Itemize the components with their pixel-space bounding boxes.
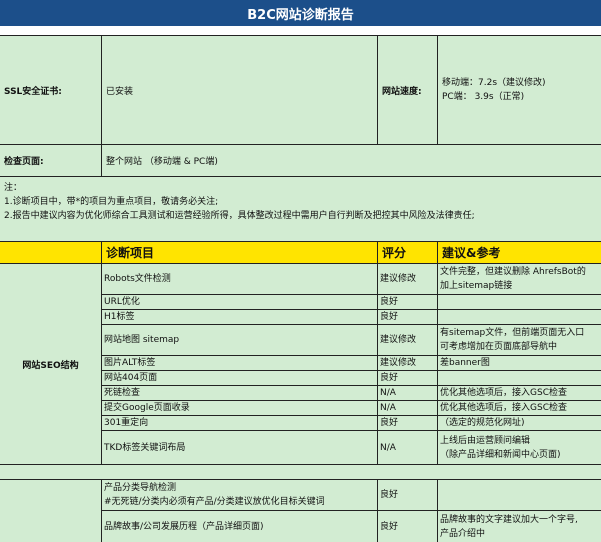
header-advice: 建议&参考 bbox=[442, 246, 501, 260]
page-title: B2C网站诊断报告 bbox=[0, 0, 601, 26]
speed-pc: PC端： 3.9s（正常) bbox=[442, 92, 525, 102]
score-cell: 建议修改 bbox=[378, 325, 438, 355]
advice-cell: 优化其他选项后，接入GSC检查 bbox=[440, 403, 567, 413]
table-row: 品牌故事/公司发展历程（产品详细页面) 良好 品牌故事的文字建议加大一个字号, … bbox=[102, 511, 601, 542]
item-cell: Robots文件检测 bbox=[102, 264, 378, 294]
notes-line-1: 1.诊断项目中，带*的项目为重点项目，敬请务必关注; bbox=[4, 197, 219, 207]
diagnosis-table: 诊断项目 评分 建议&参考 网站SEO结构 Robots文件检测 建议修改 文件… bbox=[0, 241, 601, 542]
score-cell: 良好 bbox=[378, 511, 438, 542]
advice-line: 上线后由运营顾问编辑 bbox=[440, 435, 531, 446]
advice-cell: 优化其他选项后，接入GSC检查 bbox=[440, 388, 567, 398]
item-line: 产品分类导航检测 bbox=[104, 483, 177, 493]
section-product: 产品分类导航检测 #无死链/分类内必须有产品/分类建议放优化目标关键词 良好 品… bbox=[0, 480, 601, 542]
table-row: 图片ALT标签 建议修改 差banner图 bbox=[102, 356, 601, 371]
table-row: 301重定向 良好 （选定的规范化网址) bbox=[102, 416, 601, 431]
advice-line: 有sitemap文件，但前端页面无入口 bbox=[440, 328, 585, 338]
item-cell: H1标签 bbox=[102, 310, 378, 324]
spacer bbox=[0, 26, 601, 35]
advice-line: 品牌故事的文字建议加大一个字号, bbox=[440, 514, 578, 525]
advice-line: （除产品详细和新闻中心页面) bbox=[440, 449, 561, 460]
advice-cell: 文件完整，但建议删除 AhrefsBot的 加上sitemap链接 bbox=[438, 264, 601, 294]
speed-mobile: 移动端：7.2s（建议修改) bbox=[442, 78, 546, 88]
header-item: 诊断项目 bbox=[102, 242, 378, 263]
speed-values: 移动端：7.2s（建议修改) PC端： 3.9s（正常) bbox=[438, 36, 601, 144]
table-row: 网站地图 sitemap 建议修改 有sitemap文件，但前端页面无入口 可考… bbox=[102, 325, 601, 356]
table-row: 死链检查 N/A 优化其他选项后，接入GSC检查 bbox=[102, 386, 601, 401]
scope-label: 检查页面: bbox=[0, 145, 102, 176]
header-blank bbox=[0, 242, 102, 263]
advice-cell bbox=[438, 480, 601, 510]
notes-line-2: 2.报告中建议内容为优化师综合工具测试和运营经验所得，具体整改过程中需用户自行判… bbox=[4, 211, 475, 221]
score-cell: 良好 bbox=[378, 416, 438, 430]
advice-line: 加上sitemap链接 bbox=[440, 281, 513, 291]
advice-cell: （选定的规范化网址) bbox=[440, 418, 525, 428]
info-grid: SSL安全证书: 已安装 网站速度: 移动端：7.2s（建议修改) PC端： 3… bbox=[0, 35, 601, 145]
section-product-rows: 产品分类导航检测 #无死链/分类内必须有产品/分类建议放优化目标关键词 良好 品… bbox=[102, 480, 601, 542]
advice-cell: 有sitemap文件，但前端页面无入口 可考虑增加在页面底部导航中 bbox=[438, 325, 601, 355]
section-seo: 网站SEO结构 Robots文件检测 建议修改 文件完整，但建议删除 Ahref… bbox=[0, 264, 601, 465]
section-seo-rows: Robots文件检测 建议修改 文件完整，但建议删除 AhrefsBot的 加上… bbox=[102, 264, 601, 464]
item-cell: 产品分类导航检测 #无死链/分类内必须有产品/分类建议放优化目标关键词 bbox=[102, 480, 378, 510]
item-cell: 网站地图 sitemap bbox=[102, 325, 378, 355]
advice-cell: 品牌故事的文字建议加大一个字号, 产品介绍中 bbox=[438, 511, 601, 542]
advice-cell bbox=[438, 295, 601, 309]
advice-cell: 差banner图 bbox=[440, 358, 490, 368]
score-cell: 良好 bbox=[378, 310, 438, 324]
advice-cell bbox=[438, 371, 601, 385]
notes-heading: 注： bbox=[4, 183, 23, 193]
score-cell: N/A bbox=[378, 401, 438, 415]
ssl-label: SSL安全证书: bbox=[0, 36, 102, 144]
item-line: #无死链/分类内必须有产品/分类建议放优化目标关键词 bbox=[104, 497, 325, 507]
score-cell: 建议修改 bbox=[378, 264, 438, 294]
section-product-label bbox=[0, 480, 102, 542]
header-score: 评分 bbox=[378, 242, 438, 263]
section-seo-label: 网站SEO结构 bbox=[0, 264, 102, 464]
score-cell: 良好 bbox=[378, 295, 438, 309]
item-cell: 301重定向 bbox=[102, 416, 378, 430]
item-cell: URL优化 bbox=[102, 295, 378, 309]
section-separator bbox=[0, 465, 601, 480]
advice-line: 文件完整，但建议删除 AhrefsBot的 bbox=[440, 267, 586, 277]
advice-cell: 上线后由运营顾问编辑 （除产品详细和新闻中心页面) bbox=[438, 431, 601, 464]
speed-label: 网站速度: bbox=[378, 36, 438, 144]
table-row: 提交Google页面收录 N/A 优化其他选项后，接入GSC检查 bbox=[102, 401, 601, 416]
advice-line: 可考虑增加在页面底部导航中 bbox=[440, 342, 558, 352]
scope-row: 检查页面: 整个网站 （移动端 & PC端) bbox=[0, 145, 601, 177]
table-row: 产品分类导航检测 #无死链/分类内必须有产品/分类建议放优化目标关键词 良好 bbox=[102, 480, 601, 511]
advice-line: 产品介绍中 bbox=[440, 528, 486, 539]
score-cell: 良好 bbox=[378, 480, 438, 510]
score-cell: 建议修改 bbox=[378, 356, 438, 370]
score-cell: N/A bbox=[378, 431, 438, 464]
table-row: TKD标签关键词布局 N/A 上线后由运营顾问编辑 （除产品详细和新闻中心页面) bbox=[102, 431, 601, 464]
table-row: URL优化 良好 bbox=[102, 295, 601, 310]
item-cell: 死链检查 bbox=[102, 386, 378, 400]
scope-value: 整个网站 （移动端 & PC端) bbox=[106, 157, 218, 167]
item-cell: TKD标签关键词布局 bbox=[102, 431, 378, 464]
score-cell: 良好 bbox=[378, 371, 438, 385]
table-row: 网站404页面 良好 bbox=[102, 371, 601, 386]
table-row: H1标签 良好 bbox=[102, 310, 601, 325]
item-cell: 图片ALT标签 bbox=[102, 356, 378, 370]
score-cell: N/A bbox=[378, 386, 438, 400]
item-cell: 网站404页面 bbox=[102, 371, 378, 385]
table-row: Robots文件检测 建议修改 文件完整，但建议删除 AhrefsBot的 加上… bbox=[102, 264, 601, 295]
notes: 注： 1.诊断项目中，带*的项目为重点项目，敬请务必关注; 2.报告中建议内容为… bbox=[4, 181, 599, 223]
advice-cell bbox=[438, 310, 601, 324]
item-cell: 提交Google页面收录 bbox=[102, 401, 378, 415]
item-cell: 品牌故事/公司发展历程（产品详细页面) bbox=[102, 511, 378, 542]
ssl-value: 已安装 bbox=[102, 36, 378, 144]
table-header: 诊断项目 评分 建议&参考 bbox=[0, 242, 601, 264]
